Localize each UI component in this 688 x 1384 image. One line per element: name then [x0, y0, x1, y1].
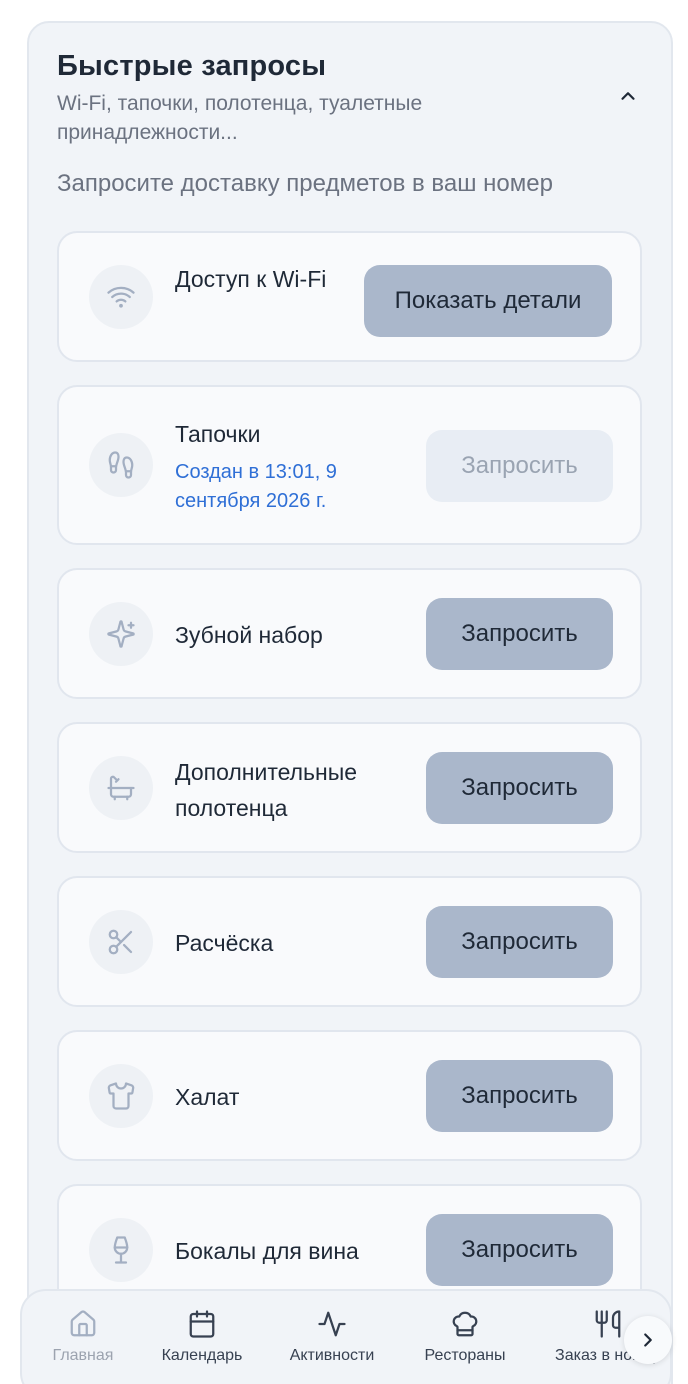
nav-label: Главная [52, 1347, 114, 1364]
request-button-towels[interactable]: Запросить [426, 752, 613, 824]
nav-scroll-right-button[interactable] [624, 1316, 672, 1364]
request-button-wine-glasses[interactable]: Запросить [426, 1214, 613, 1286]
request-card-comb: Расчёска Запросить [57, 876, 642, 1007]
request-item-label: Доступ к Wi-Fi [175, 266, 327, 292]
calendar-icon [187, 1309, 217, 1339]
panel-subtitle: Wi-Fi, тапочки, полотенца, туалетные при… [57, 92, 423, 144]
scissors-icon [89, 910, 153, 974]
request-card-wifi: Доступ к Wi-Fi Показать детали [57, 231, 642, 362]
chef-hat-icon [450, 1309, 480, 1339]
request-item-label: Расчёска [175, 930, 274, 956]
nav-item-activities[interactable]: Активности [284, 1309, 380, 1365]
request-button-toothbrush[interactable]: Запросить [426, 598, 613, 670]
request-card-robe: Халат Запросить [57, 1030, 642, 1161]
request-card-slippers: Тапочки Создан в 13:01, 9 сентября 2026 … [57, 385, 642, 545]
activity-icon [317, 1309, 347, 1339]
request-item-label: Зубной набор [175, 622, 323, 648]
footprints-icon [89, 433, 153, 497]
wifi-icon [89, 265, 153, 329]
request-button-slippers[interactable]: Запросить [426, 430, 613, 502]
shirt-icon [89, 1064, 153, 1128]
utensils-icon [593, 1309, 623, 1339]
home-icon [68, 1309, 98, 1339]
bottom-nav: Главная Календарь Активности Рестораны З… [20, 1289, 672, 1384]
request-card-toothbrush: Зубной набор Запросить [57, 568, 642, 699]
request-item-label: Тапочки [175, 421, 261, 447]
request-button-comb[interactable]: Запросить [426, 906, 613, 978]
nav-item-calendar[interactable]: Календарь [157, 1309, 247, 1365]
nav-label: Активности [289, 1347, 375, 1364]
chevron-up-icon [617, 85, 639, 107]
bath-icon [89, 756, 153, 820]
request-card-towels: Дополнительные полотенца Запросить [57, 722, 642, 853]
nav-item-restaurants[interactable]: Рестораны [418, 1309, 512, 1365]
panel-title: Быстрые запросы [57, 50, 327, 82]
chevron-right-icon [637, 1329, 659, 1351]
quick-requests-panel [27, 21, 673, 1384]
nav-label: Рестораны [424, 1347, 506, 1364]
show-details-button[interactable]: Показать детали [364, 265, 612, 337]
request-item-label: Бокалы для вина [175, 1238, 359, 1264]
request-button-robe[interactable]: Запросить [426, 1060, 613, 1132]
nav-label: Календарь [161, 1347, 243, 1364]
wine-glass-icon [89, 1218, 153, 1282]
nav-item-home[interactable]: Главная [48, 1309, 118, 1365]
request-item-label: Халат [175, 1084, 240, 1110]
request-item-label: Дополнительные полотенца [175, 759, 358, 821]
panel-hint: Запросите доставку предметов в ваш номер [57, 170, 553, 197]
request-status: Создан в 13:01, 9 сентября 2026 г. [175, 461, 337, 512]
collapse-button[interactable] [612, 80, 644, 112]
sparkles-icon [89, 602, 153, 666]
